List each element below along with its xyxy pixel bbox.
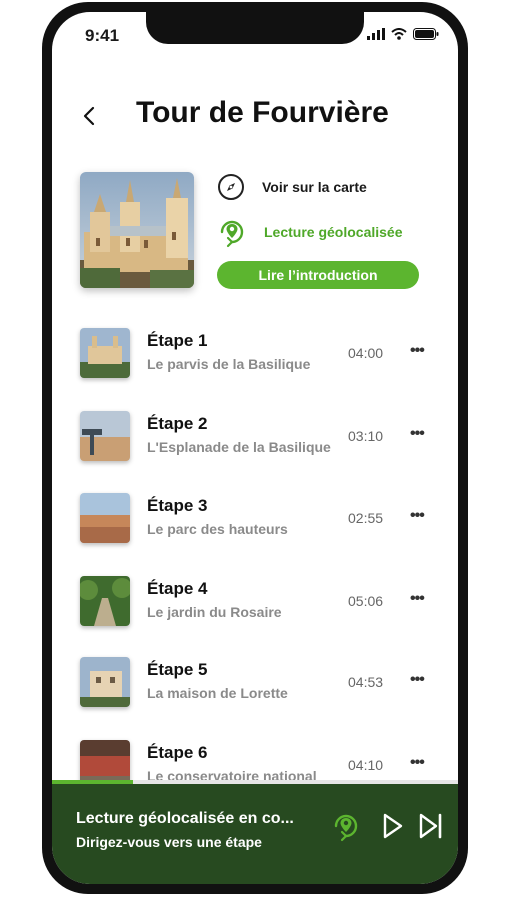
tour-cover-image [80, 172, 194, 288]
signal-icon [367, 28, 385, 40]
step-title: Étape 3 [147, 496, 208, 515]
more-dots-icon[interactable]: ••• [410, 425, 434, 445]
status-time: 9:41 [85, 26, 120, 45]
player-title: Lecture géolocalisée en co... [76, 810, 294, 827]
read-introduction-button[interactable]: Lire l’introduction [217, 261, 419, 289]
step-subtitle: Le parvis de la Basilique [147, 356, 311, 372]
view-on-map-button[interactable]: Voir sur la carte [216, 172, 367, 202]
step-item-3[interactable]: Étape 3 Le parc des hauteurs 02:55 ••• [80, 493, 440, 547]
step-thumbnail [80, 576, 130, 626]
compass-icon [218, 174, 244, 200]
step-thumbnail [80, 411, 130, 461]
step-subtitle: La maison de Lorette [147, 685, 288, 701]
wifi-icon [391, 28, 407, 40]
geolocation-toggle-button[interactable] [330, 810, 362, 842]
page-title: Tour de Fourvière [136, 96, 389, 129]
step-duration: 02:55 [348, 510, 384, 526]
step-duration: 04:10 [348, 757, 384, 773]
step-title: Étape 6 [147, 743, 208, 762]
step-title: Étape 2 [147, 414, 208, 433]
step-duration: 04:53 [348, 674, 384, 690]
location-sync-icon [334, 814, 358, 842]
skip-next-icon [419, 813, 442, 839]
step-item-1[interactable]: Étape 1 Le parvis de la Basilique 04:00 … [80, 328, 440, 382]
step-title: Étape 4 [147, 579, 208, 598]
play-button[interactable] [376, 810, 408, 842]
skip-next-button[interactable] [414, 810, 446, 842]
battery-icon [413, 28, 439, 40]
geolocated-playback-label: Lecture géolocalisée [264, 224, 403, 240]
more-dots-icon[interactable]: ••• [410, 342, 434, 362]
play-icon [383, 813, 403, 839]
device-notch [146, 12, 364, 44]
step-title: Étape 5 [147, 660, 208, 679]
step-duration: 04:00 [348, 345, 384, 361]
view-on-map-label: Voir sur la carte [262, 179, 367, 195]
back-chevron-icon [83, 106, 95, 126]
step-subtitle: L'Esplanade de la Basilique [147, 439, 331, 455]
player-subtitle: Dirigez-vous vers une étape [76, 834, 262, 850]
step-item-4[interactable]: Étape 4 Le jardin du Rosaire 05:06 ••• [80, 576, 440, 630]
step-duration: 03:10 [348, 428, 384, 444]
mini-player: Lecture géolocalisée en co... Dirigez-vo… [52, 784, 458, 884]
step-thumbnail [80, 657, 130, 707]
step-item-2[interactable]: Étape 2 L'Esplanade de la Basilique 03:1… [80, 411, 440, 465]
step-thumbnail [80, 493, 130, 543]
status-icons [367, 28, 439, 40]
step-title: Étape 1 [147, 331, 208, 350]
step-item-5[interactable]: Étape 5 La maison de Lorette 04:53 ••• [80, 657, 440, 711]
location-sync-icon [220, 220, 244, 248]
step-thumbnail [80, 328, 130, 378]
more-dots-icon[interactable]: ••• [410, 507, 434, 527]
geolocated-playback-button[interactable]: Lecture géolocalisée [216, 216, 403, 248]
step-subtitle: Le jardin du Rosaire [147, 604, 282, 620]
more-dots-icon[interactable]: ••• [410, 671, 434, 691]
back-button[interactable] [78, 100, 102, 132]
more-dots-icon[interactable]: ••• [410, 754, 434, 774]
step-subtitle: Le parc des hauteurs [147, 521, 288, 537]
step-duration: 05:06 [348, 593, 384, 609]
more-dots-icon[interactable]: ••• [410, 590, 434, 610]
